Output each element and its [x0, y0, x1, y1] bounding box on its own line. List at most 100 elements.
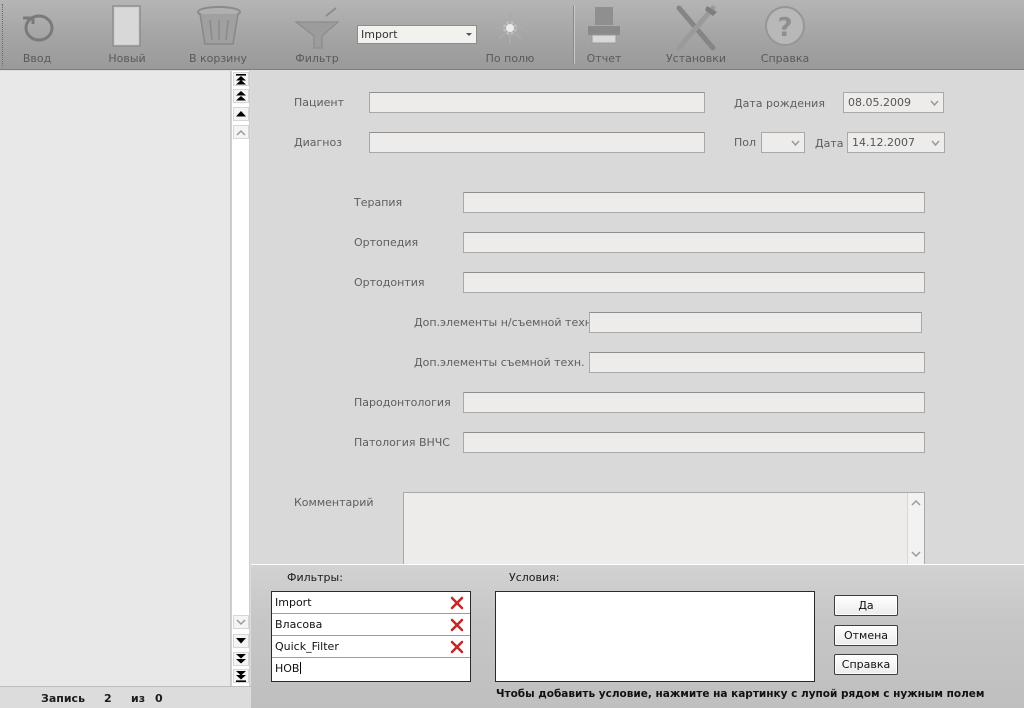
record-list[interactable]	[0, 71, 231, 686]
delete-filter-icon[interactable]	[450, 618, 464, 632]
diagnosis-label: Диагноз	[294, 136, 343, 149]
by-field-button[interactable]: По полю	[478, 0, 542, 68]
import-filter-select[interactable]: Import	[357, 25, 477, 44]
enter-button[interactable]: Ввод	[8, 0, 66, 68]
sex-select[interactable]	[761, 132, 805, 153]
help-button[interactable]: ? Справка	[756, 0, 814, 68]
orthodontics-field[interactable]	[463, 272, 925, 293]
page-up-button[interactable]	[233, 89, 249, 103]
chevron-down-icon[interactable]	[788, 135, 802, 150]
first-record-button[interactable]	[233, 72, 249, 86]
double-down-icon	[236, 654, 246, 664]
date-value: 14.12.2007	[852, 136, 915, 149]
periodontology-field[interactable]	[463, 392, 925, 413]
help-label: Справка	[760, 52, 810, 65]
next-record-button[interactable]	[233, 634, 249, 648]
chevron-down-icon[interactable]	[928, 135, 942, 150]
chevron-up-icon	[236, 129, 246, 136]
scroll-up-button[interactable]	[233, 125, 249, 139]
help-dialog-button[interactable]: Справка	[834, 654, 898, 675]
double-up-icon	[236, 91, 246, 101]
orthodontics-label: Ортодонтия	[354, 276, 425, 289]
filter-item-import[interactable]: Import	[272, 592, 470, 614]
text-caret	[300, 662, 302, 674]
new-filter-input[interactable]: НОВ	[272, 658, 470, 680]
filter-name: Import	[275, 596, 312, 609]
date-label: Дата	[815, 137, 844, 150]
conditions-box[interactable]	[495, 591, 815, 682]
new-filter-value: НОВ	[275, 662, 300, 675]
chevron-down-icon[interactable]	[927, 95, 941, 110]
patient-field[interactable]	[369, 92, 705, 113]
new-button[interactable]: Новый	[98, 0, 156, 68]
birthdate-label: Дата рождения	[734, 97, 825, 110]
main-toolbar: Ввод Новый В корзину Фильтр Import По по…	[0, 0, 1024, 70]
toolbar-separator	[573, 6, 575, 64]
chevron-down-icon	[466, 33, 472, 36]
svg-text:?: ?	[777, 13, 792, 43]
page-down-button[interactable]	[233, 652, 249, 666]
record-current: 2	[104, 692, 112, 705]
filter-button[interactable]: Фильтр	[284, 0, 350, 68]
chevron-down-icon	[236, 618, 246, 625]
settings-label: Установки	[665, 52, 727, 65]
settings-button[interactable]: Установки	[662, 0, 730, 68]
ok-button[interactable]: Да	[834, 595, 898, 616]
diagnosis-field[interactable]	[369, 132, 705, 153]
prev-record-button[interactable]	[233, 107, 249, 121]
comment-label: Комментарий	[294, 496, 374, 509]
trash-bin-icon	[197, 6, 241, 45]
trash-label: В корзину	[188, 52, 248, 65]
record-total: 0	[155, 692, 163, 705]
last-record-icon	[236, 670, 246, 682]
filter-funnel-icon	[294, 7, 340, 49]
record-of-label: из	[131, 692, 146, 705]
birthdate-field[interactable]: 08.05.2009	[843, 92, 944, 113]
down-arrow-icon	[236, 638, 246, 644]
by-field-label: По полю	[485, 52, 535, 65]
new-label: Новый	[108, 52, 146, 65]
sex-label: Пол	[734, 136, 757, 149]
patient-form: Пациент Дата рождения 08.05.2009 Диагноз…	[251, 71, 1024, 566]
filter-panel: Фильтры: Условия: Import Власова Quick_F…	[251, 564, 1024, 708]
cancel-button[interactable]: Отмена	[834, 625, 898, 646]
new-document-icon	[112, 5, 141, 47]
therapy-field[interactable]	[463, 192, 925, 213]
report-button[interactable]: Отчет	[576, 0, 632, 68]
report-label: Отчет	[586, 52, 622, 65]
filters-list: Import Власова Quick_Filter НОВ	[271, 591, 471, 682]
orthopedics-label: Ортопедия	[354, 236, 419, 249]
filter-name: Quick_Filter	[275, 640, 339, 653]
toolbar-grip[interactable]	[2, 4, 5, 66]
orthopedics-field[interactable]	[463, 232, 925, 253]
comment-scrollbar[interactable]	[907, 493, 924, 565]
date-field[interactable]: 14.12.2007	[847, 132, 945, 153]
filter-item-vlasova[interactable]: Власова	[272, 614, 470, 636]
filter-item-quick-filter[interactable]: Quick_Filter	[272, 636, 470, 658]
patient-label: Пациент	[294, 96, 345, 109]
record-navigator	[231, 71, 250, 686]
comment-field[interactable]	[403, 492, 925, 566]
trash-button[interactable]: В корзину	[182, 0, 254, 68]
periodontology-label: Пародонтология	[354, 396, 451, 409]
filter-label: Фильтр	[295, 52, 339, 65]
birthdate-value: 08.05.2009	[848, 96, 911, 109]
up-arrow-icon	[236, 111, 246, 117]
last-record-button[interactable]	[233, 669, 249, 683]
scroll-down-button[interactable]	[233, 615, 249, 629]
filter-name: Власова	[275, 618, 323, 631]
removable-extra-field[interactable]	[589, 352, 925, 373]
fixed-extra-field[interactable]	[589, 312, 922, 333]
chevron-up-icon[interactable]	[911, 499, 921, 506]
tmj-label: Патология ВНЧС	[354, 436, 450, 449]
record-status-bar: Запись 2 из 0	[0, 686, 251, 708]
settings-tools-icon	[676, 5, 717, 51]
removable-extra-label: Доп.элементы съемной техн.	[414, 356, 585, 369]
enter-icon	[23, 14, 54, 42]
chevron-down-icon[interactable]	[911, 551, 921, 558]
tmj-field[interactable]	[463, 432, 925, 453]
by-field-burst-icon	[496, 12, 524, 44]
delete-filter-icon[interactable]	[450, 640, 464, 654]
help-question-icon: ?	[765, 6, 805, 46]
delete-filter-icon[interactable]	[450, 596, 464, 610]
